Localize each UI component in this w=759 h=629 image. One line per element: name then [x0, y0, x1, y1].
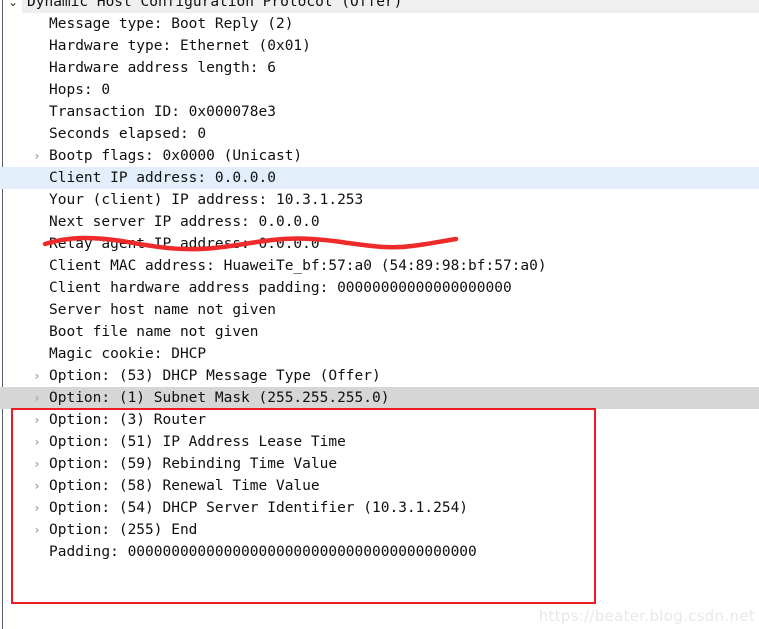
tree-row[interactable]: Magic cookie: DHCP [0, 343, 759, 365]
tree-row[interactable]: Your (client) IP address: 10.3.1.253 [0, 189, 759, 211]
tree-row-label: Option: (53) DHCP Message Type (Offer) [49, 368, 381, 384]
tree-row[interactable]: › Option: (255) End [0, 519, 759, 541]
tree-row-label: Client hardware address padding: 0000000… [49, 280, 512, 296]
chevron-right-icon[interactable]: › [30, 453, 44, 475]
chevron-right-icon[interactable]: › [30, 365, 44, 387]
tree-row[interactable]: › Option: (53) DHCP Message Type (Offer) [0, 365, 759, 387]
tree-row-label: Option: (1) Subnet Mask (255.255.255.0) [49, 390, 390, 406]
tree-row-label: Client IP address: 0.0.0.0 [49, 170, 276, 186]
tree-row[interactable]: Next server IP address: 0.0.0.0 [0, 211, 759, 233]
tree-row[interactable]: Relay agent IP address: 0.0.0.0 [0, 233, 759, 255]
tree-row[interactable]: › Option: (54) DHCP Server Identifier (10… [0, 497, 759, 519]
chevron-right-icon[interactable]: › [30, 475, 44, 497]
tree-row-label: Seconds elapsed: 0 [49, 126, 207, 142]
chevron-right-icon[interactable]: › [30, 387, 44, 409]
tree-row-label: Option: (51) IP Address Lease Time [49, 434, 346, 450]
tree-row-label: Hardware address length: 6 [49, 60, 276, 76]
tree-row-label: Option: (3) Router [49, 412, 207, 428]
tree-row[interactable]: › Option: (3) Router [0, 409, 759, 431]
tree-row-label: Magic cookie: DHCP [49, 346, 207, 362]
protocol-tree[interactable]: ⌄ Dynamic Host Configuration Protocol (Of… [0, 0, 759, 563]
tree-row[interactable]: › Option: (51) IP Address Lease Time [0, 431, 759, 453]
tree-row[interactable]: › Option: (1) Subnet Mask (255.255.255.0) [0, 387, 759, 409]
tree-row-label: Boot file name not given [49, 324, 259, 340]
chevron-right-icon[interactable]: › [30, 409, 44, 431]
tree-row-label: Hops: 0 [49, 82, 111, 98]
chevron-down-icon[interactable]: ⌄ [6, 0, 20, 13]
tree-row[interactable]: Hardware type: Ethernet (0x01) [0, 35, 759, 57]
tree-row[interactable]: Seconds elapsed: 0 [0, 123, 759, 145]
tree-row[interactable]: Hardware address length: 6 [0, 57, 759, 79]
tree-row[interactable]: Transaction ID: 0x000078e3 [0, 101, 759, 123]
chevron-right-icon[interactable]: › [30, 497, 44, 519]
chevron-right-icon[interactable]: › [30, 145, 44, 167]
tree-row[interactable]: Padding: 0000000000000000000000000000000… [0, 541, 759, 563]
tree-row-label: Hardware type: Ethernet (0x01) [49, 38, 311, 54]
tree-row-label: Option: (255) End [49, 522, 198, 538]
tree-row-label: Relay agent IP address: 0.0.0.0 [49, 236, 320, 252]
tree-row-label: Next server IP address: 0.0.0.0 [49, 214, 320, 230]
tree-row-label: Option: (58) Renewal Time Value [49, 478, 320, 494]
chevron-right-icon[interactable]: › [30, 519, 44, 541]
tree-row-label: Client MAC address: HuaweiTe_bf:57:a0 (5… [49, 258, 547, 274]
tree-row-label: Padding: 0000000000000000000000000000000… [49, 544, 477, 560]
tree-row-label: Bootp flags: 0x0000 (Unicast) [49, 148, 303, 164]
tree-row-label: Your (client) IP address: 10.3.1.253 [49, 192, 364, 208]
tree-row[interactable]: Message type: Boot Reply (2) [0, 13, 759, 35]
tree-row[interactable]: Client IP address: 0.0.0.0 [0, 167, 759, 189]
tree-row[interactable]: Server host name not given [0, 299, 759, 321]
chevron-right-icon[interactable]: › [30, 431, 44, 453]
tree-row-label: Message type: Boot Reply (2) [49, 16, 294, 32]
watermark-text: https://beater.blog.csdn.net [538, 607, 755, 625]
tree-row[interactable]: › Bootp flags: 0x0000 (Unicast) [0, 145, 759, 167]
tree-row-label: Transaction ID: 0x000078e3 [49, 104, 276, 120]
tree-row[interactable]: › Option: (58) Renewal Time Value [0, 475, 759, 497]
tree-row-label: Option: (54) DHCP Server Identifier (10.… [49, 500, 469, 516]
tree-row[interactable]: Hops: 0 [0, 79, 759, 101]
tree-row[interactable]: ⌄ Dynamic Host Configuration Protocol (Of… [0, 0, 759, 13]
tree-row-label: Server host name not given [49, 302, 276, 318]
tree-row[interactable]: Client MAC address: HuaweiTe_bf:57:a0 (5… [0, 255, 759, 277]
tree-row-label: Option: (59) Rebinding Time Value [49, 456, 338, 472]
tree-row[interactable]: Boot file name not given [0, 321, 759, 343]
tree-row[interactable]: › Option: (59) Rebinding Time Value [0, 453, 759, 475]
packet-details-pane[interactable]: ⌄ Dynamic Host Configuration Protocol (Of… [0, 0, 759, 629]
tree-row[interactable]: Client hardware address padding: 0000000… [0, 277, 759, 299]
tree-row-label: Dynamic Host Configuration Protocol (Off… [27, 0, 403, 10]
